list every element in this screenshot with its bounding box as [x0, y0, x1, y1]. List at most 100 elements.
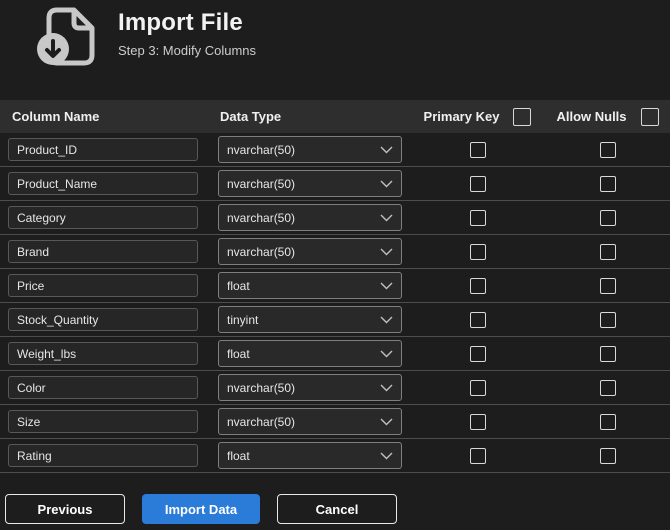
data-type-cell: nvarchar(50): [210, 408, 410, 435]
allow-nulls-checkbox[interactable]: [599, 277, 616, 294]
data-type-select[interactable]: nvarchar(50): [218, 170, 402, 197]
primary-key-checkbox[interactable]: [469, 277, 486, 294]
primary-key-cell: [410, 175, 545, 192]
column-name-input[interactable]: [8, 410, 198, 433]
allow-nulls-cell: [545, 413, 670, 430]
allow-nulls-cell: [545, 243, 670, 260]
allow-nulls-cell: [545, 447, 670, 464]
column-name-cell: [0, 172, 210, 195]
primary-key-checkbox[interactable]: [469, 413, 486, 430]
data-type-select[interactable]: float: [218, 442, 402, 469]
column-name-cell: [0, 342, 210, 365]
table-row: float: [0, 337, 670, 371]
data-type-select[interactable]: nvarchar(50): [218, 408, 402, 435]
allow-nulls-cell: [545, 311, 670, 328]
data-type-cell: nvarchar(50): [210, 238, 410, 265]
column-name-cell: [0, 376, 210, 399]
table-row: float: [0, 439, 670, 473]
column-name-input[interactable]: [8, 206, 198, 229]
column-name-input[interactable]: [8, 274, 198, 297]
data-type-select[interactable]: float: [218, 272, 402, 299]
data-type-select[interactable]: nvarchar(50): [218, 136, 402, 163]
primary-key-checkbox[interactable]: [469, 175, 486, 192]
allow-nulls-checkbox[interactable]: [599, 243, 616, 260]
allow-nulls-header: Allow Nulls: [556, 109, 627, 124]
primary-key-checkbox[interactable]: [469, 311, 486, 328]
allow-nulls-checkbox[interactable]: [599, 379, 616, 396]
column-name-input[interactable]: [8, 240, 198, 263]
import-file-icon: [28, 5, 106, 76]
column-name-header: Column Name: [12, 109, 100, 124]
primary-key-cell: [410, 447, 545, 464]
column-name-input[interactable]: [8, 444, 198, 467]
allow-nulls-checkbox[interactable]: [599, 209, 616, 226]
table-body: nvarchar(50) nvarchar(50) nvarchar(50) nvar…: [0, 133, 670, 473]
table-row: nvarchar(50): [0, 371, 670, 405]
column-name-cell: [0, 138, 210, 161]
column-name-cell: [0, 206, 210, 229]
import-file-dialog: Import File Step 3: Modify Columns Colum…: [0, 0, 670, 524]
allow-nulls-select-all-checkbox[interactable]: [640, 107, 659, 126]
column-name-cell: [0, 410, 210, 433]
table-row: nvarchar(50): [0, 133, 670, 167]
allow-nulls-checkbox[interactable]: [599, 413, 616, 430]
file-download-icon: [37, 7, 95, 66]
data-type-select[interactable]: nvarchar(50): [218, 204, 402, 231]
primary-key-cell: [410, 209, 545, 226]
table-row: nvarchar(50): [0, 235, 670, 269]
primary-key-header-group: Primary Key: [410, 107, 545, 126]
primary-key-checkbox[interactable]: [469, 243, 486, 260]
data-type-cell: nvarchar(50): [210, 204, 410, 231]
primary-key-cell: [410, 413, 545, 430]
primary-key-cell: [410, 311, 545, 328]
primary-key-cell: [410, 243, 545, 260]
import-data-button[interactable]: Import Data: [142, 494, 260, 524]
table-row: nvarchar(50): [0, 167, 670, 201]
allow-nulls-cell: [545, 209, 670, 226]
column-name-cell: [0, 308, 210, 331]
previous-button[interactable]: Previous: [5, 494, 125, 524]
allow-nulls-checkbox[interactable]: [599, 141, 616, 158]
column-name-cell: [0, 240, 210, 263]
data-type-select[interactable]: float: [218, 340, 402, 367]
data-type-cell: nvarchar(50): [210, 136, 410, 163]
allow-nulls-cell: [545, 277, 670, 294]
primary-key-checkbox[interactable]: [469, 379, 486, 396]
page-title: Import File: [118, 9, 243, 36]
cancel-button[interactable]: Cancel: [277, 494, 397, 524]
allow-nulls-header-group: Allow Nulls: [545, 107, 670, 126]
primary-key-cell: [410, 277, 545, 294]
primary-key-checkbox[interactable]: [469, 447, 486, 464]
column-name-input[interactable]: [8, 138, 198, 161]
data-type-select[interactable]: nvarchar(50): [218, 374, 402, 401]
data-type-cell: nvarchar(50): [210, 170, 410, 197]
allow-nulls-checkbox[interactable]: [599, 447, 616, 464]
column-name-input[interactable]: [8, 308, 198, 331]
allow-nulls-cell: [545, 175, 670, 192]
primary-key-cell: [410, 141, 545, 158]
allow-nulls-checkbox[interactable]: [599, 345, 616, 362]
primary-key-header: Primary Key: [423, 109, 500, 124]
column-name-input[interactable]: [8, 342, 198, 365]
data-type-select[interactable]: nvarchar(50): [218, 238, 402, 265]
data-type-header: Data Type: [220, 109, 282, 124]
table-header: Column Name Data Type Primary Key Allow …: [0, 100, 670, 133]
allow-nulls-cell: [545, 345, 670, 362]
allow-nulls-checkbox[interactable]: [599, 175, 616, 192]
primary-key-cell: [410, 379, 545, 396]
allow-nulls-checkbox[interactable]: [599, 311, 616, 328]
column-name-input[interactable]: [8, 376, 198, 399]
primary-key-checkbox[interactable]: [469, 141, 486, 158]
primary-key-select-all-checkbox[interactable]: [513, 107, 532, 126]
allow-nulls-cell: [545, 379, 670, 396]
data-type-cell: tinyint: [210, 306, 410, 333]
table-row: float: [0, 269, 670, 303]
data-type-select[interactable]: tinyint: [218, 306, 402, 333]
header-titles: Import File Step 3: Modify Columns: [106, 5, 256, 58]
column-name-input[interactable]: [8, 172, 198, 195]
primary-key-checkbox[interactable]: [469, 345, 486, 362]
data-type-cell: float: [210, 442, 410, 469]
table-row: nvarchar(50): [0, 405, 670, 439]
allow-nulls-cell: [545, 141, 670, 158]
primary-key-checkbox[interactable]: [469, 209, 486, 226]
